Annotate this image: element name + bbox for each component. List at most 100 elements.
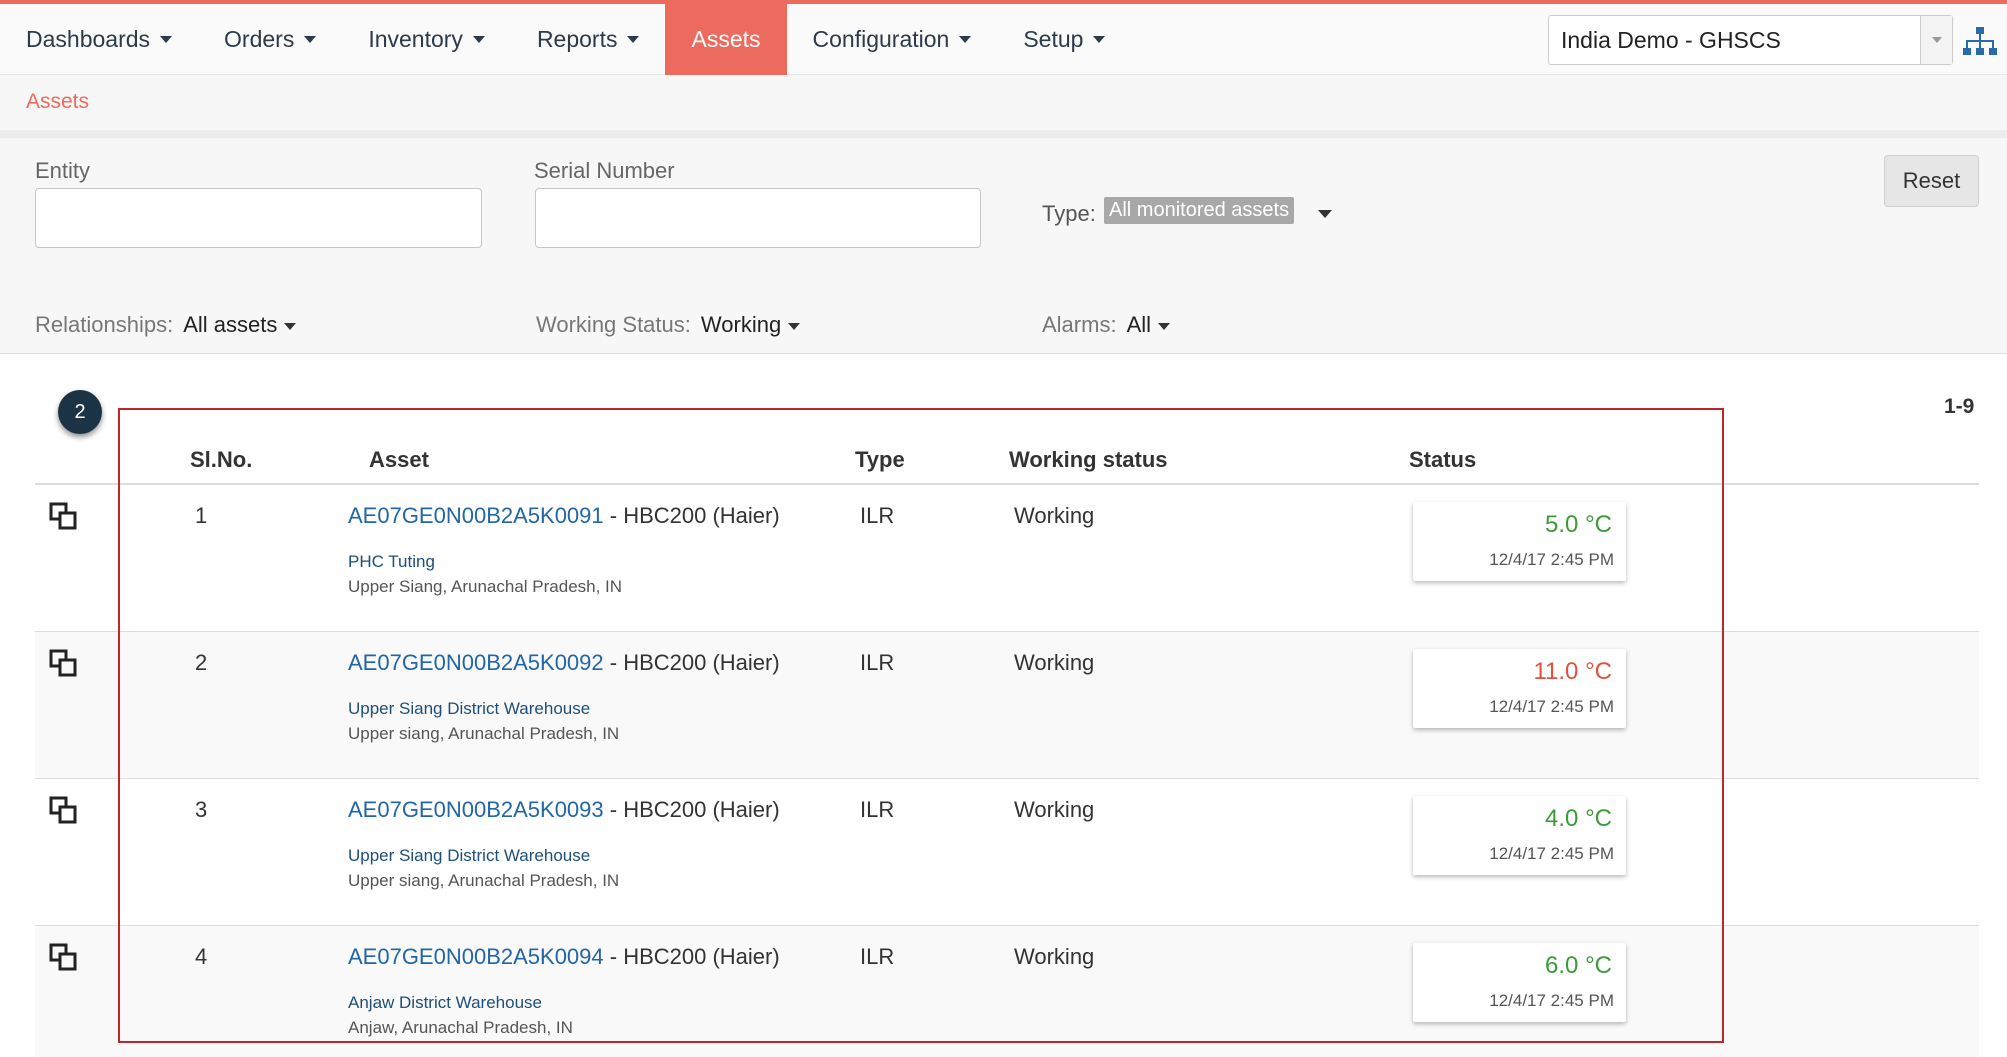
row-slno: 4 [195,944,208,969]
caret-down-icon [472,36,485,43]
temperature-value: 5.0 °C [1545,511,1612,538]
entity-name[interactable]: Upper Siang District Warehouse [348,846,590,866]
temperature-card[interactable]: 4.0 °C 12/4/17 2:45 PM [1413,796,1626,875]
entity-input[interactable] [35,188,482,248]
caret-down-icon [304,36,317,43]
row-asset: AE07GE0N00B2A5K0093 - HBC200 (Haier) [348,797,780,823]
row-working-status: Working [1014,503,1095,528]
breadcrumb-bar: Assets [0,75,2007,130]
asset-model: - HBC200 (Haier) [603,797,780,822]
copy-icon[interactable] [49,502,79,532]
entity-label: Entity [35,158,91,183]
column-header-status: Status [1409,447,1477,472]
nav-setup[interactable]: Setup [997,4,1131,75]
caret-down-icon [1093,36,1106,43]
table-row: 2 AE07GE0N00B2A5K0092 - HBC200 (Haier) U… [35,632,1979,779]
temperature-value: 6.0 °C [1545,952,1612,979]
caret-down-icon [627,36,640,43]
caret-down-icon [959,36,972,43]
alarms-filter[interactable]: Alarms: All [1042,312,1171,338]
row-type: ILR [860,650,895,675]
step-badge: 2 [58,390,102,434]
temperature-time: 12/4/17 2:45 PM [1489,844,1614,863]
asset-id-link[interactable]: AE07GE0N00B2A5K0094 [348,944,604,969]
entity-name[interactable]: Upper Siang District Warehouse [348,699,590,719]
relationships-filter[interactable]: Relationships: All assets [35,312,297,338]
caret-down-icon [160,36,173,43]
filter-panel: Entity Serial Number Type: All monitored… [0,138,2007,354]
caret-down-icon [1158,322,1171,330]
temperature-card[interactable]: 5.0 °C 12/4/17 2:45 PM [1413,502,1626,581]
nav-inventory[interactable]: Inventory [342,4,511,75]
nav-assets[interactable]: Assets [665,4,787,75]
temperature-card[interactable]: 6.0 °C 12/4/17 2:45 PM [1413,943,1626,1022]
row-asset: AE07GE0N00B2A5K0092 - HBC200 (Haier) [348,650,780,676]
working-status-filter[interactable]: Working Status: Working [536,312,801,338]
breadcrumb-assets[interactable]: Assets [26,90,89,114]
column-header-working-status: Working status [1009,447,1168,472]
alarms-label: Alarms: [1042,312,1117,337]
relationships-label: Relationships: [35,312,174,337]
alarms-value[interactable]: All [1127,312,1151,337]
working-status-value[interactable]: Working [701,312,781,337]
column-header-type: Type [855,447,905,472]
row-working-status: Working [1014,797,1095,822]
copy-icon[interactable] [49,796,79,826]
asset-id-link[interactable]: AE07GE0N00B2A5K0091 [348,503,604,528]
type-select-value[interactable]: All monitored assets [1104,197,1295,224]
temperature-card[interactable]: 11.0 °C 12/4/17 2:45 PM [1413,649,1626,728]
relationships-value[interactable]: All assets [183,312,277,337]
nav-configuration[interactable]: Configuration [787,4,998,75]
top-navigation: Dashboards Orders Inventory Reports Asse… [0,0,2007,75]
row-type: ILR [860,797,895,822]
entity-location: Anjaw, Arunachal Pradesh, IN [348,1018,573,1037]
entity-name[interactable]: Anjaw District Warehouse [348,993,542,1013]
caret-down-icon[interactable] [1318,210,1332,218]
reset-button[interactable]: Reset [1884,155,1979,207]
table-row: 1 AE07GE0N00B2A5K0091 - HBC200 (Haier) P… [35,485,1979,632]
temperature-value: 4.0 °C [1545,805,1612,832]
asset-id-link[interactable]: AE07GE0N00B2A5K0093 [348,797,604,822]
entity-location: Upper siang, Arunachal Pradesh, IN [348,724,620,743]
nav-label: Assets [691,26,761,52]
select-arrow-icon[interactable] [1920,16,1952,64]
domain-select[interactable]: India Demo - GHSCS [1548,15,1953,65]
row-working-status: Working [1014,944,1095,969]
copy-icon[interactable] [49,649,79,679]
nav-label: Inventory [368,26,463,52]
nav-label: Reports [536,26,618,52]
temperature-time: 12/4/17 2:45 PM [1489,697,1614,716]
table-row: 4 AE07GE0N00B2A5K0094 - HBC200 (Haier) A… [35,926,1979,1057]
nav-dashboards[interactable]: Dashboards [0,4,198,75]
row-slno: 1 [195,503,208,528]
entity-location: Upper siang, Arunachal Pradesh, IN [348,871,620,890]
temperature-value: 11.0 °C [1533,658,1612,685]
column-header-slno: Sl.No. [190,447,253,472]
domain-select-value: India Demo - GHSCS [1561,26,1781,53]
temperature-time: 12/4/17 2:45 PM [1489,550,1614,569]
caret-down-icon [284,322,297,330]
working-status-label: Working Status: [536,312,691,337]
asset-model: - HBC200 (Haier) [603,503,780,528]
nav-orders[interactable]: Orders [198,4,342,75]
column-header-asset: Asset [369,447,429,472]
entity-name[interactable]: PHC Tuting [348,552,435,572]
main-nav: Dashboards Orders Inventory Reports Asse… [0,4,1131,75]
table-row: 3 AE07GE0N00B2A5K0093 - HBC200 (Haier) U… [35,779,1979,926]
temperature-time: 12/4/17 2:45 PM [1489,991,1614,1010]
serial-number-input[interactable] [535,188,981,248]
row-asset: AE07GE0N00B2A5K0091 - HBC200 (Haier) [348,503,780,529]
nav-label: Orders [224,26,295,52]
nav-reports[interactable]: Reports [511,4,666,75]
row-type: ILR [860,503,895,528]
asset-model: - HBC200 (Haier) [603,650,780,675]
entity-location: Upper Siang, Arunachal Pradesh, IN [348,577,623,596]
asset-id-link[interactable]: AE07GE0N00B2A5K0092 [348,650,604,675]
copy-icon[interactable] [49,943,79,973]
results-range: 1-9 [1944,395,1975,418]
hierarchy-icon[interactable] [1963,26,1997,58]
nav-label: Dashboards [26,26,151,52]
nav-label: Configuration [812,26,950,52]
row-asset: AE07GE0N00B2A5K0094 - HBC200 (Haier) [348,944,780,970]
type-label: Type: [1042,201,1096,226]
